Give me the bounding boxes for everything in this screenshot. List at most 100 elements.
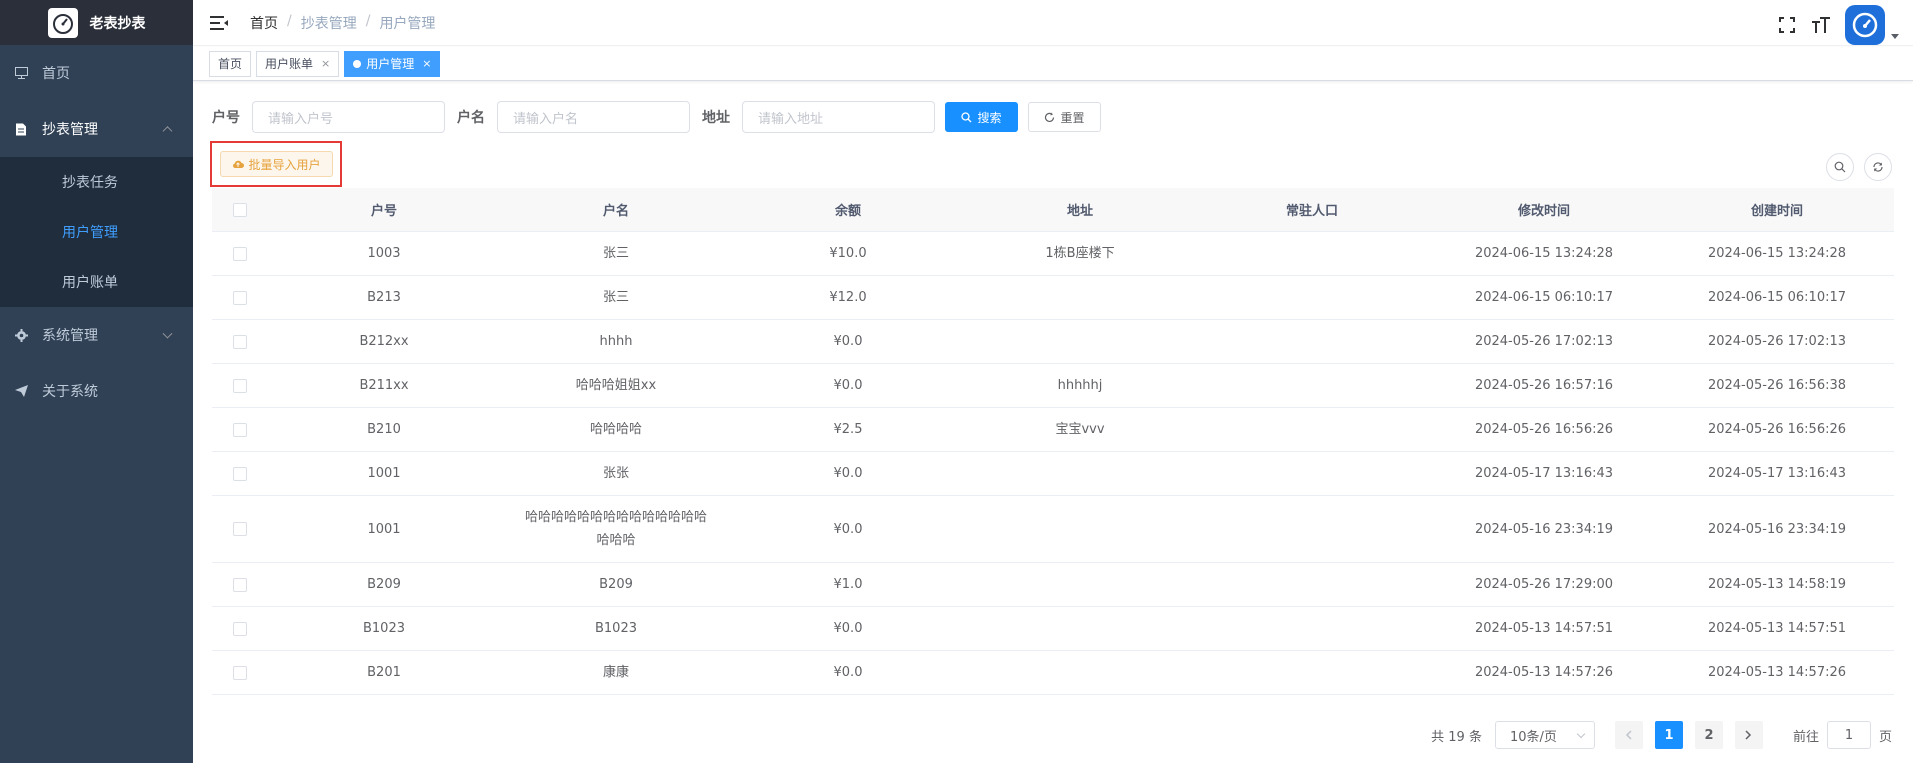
- chevron-left-icon: [1626, 730, 1632, 740]
- cell-created-time: 2024-05-26 16:56:26: [1707, 422, 1847, 437]
- cell-account-name: 哈哈哈姐姐xx: [575, 378, 657, 393]
- sidebar-item-user-bills[interactable]: 用户账单: [0, 257, 193, 307]
- jump-page-input[interactable]: 1: [1826, 721, 1871, 749]
- jump-label: 前往: [1792, 729, 1819, 745]
- row-checkbox[interactable]: [233, 246, 247, 261]
- account-name-label: 户名: [457, 110, 485, 126]
- cell-balance: ¥0.0: [833, 621, 863, 636]
- navbar-actions: [1777, 5, 1899, 45]
- fullscreen-icon[interactable]: [1777, 15, 1797, 35]
- row-checkbox[interactable]: [233, 621, 247, 636]
- row-select-cell: [212, 290, 268, 305]
- breadcrumb-separator: /: [287, 12, 292, 29]
- refresh-table-button[interactable]: [1864, 153, 1892, 181]
- row-checkbox[interactable]: [233, 334, 247, 349]
- cell-balance: ¥2.5: [833, 422, 863, 437]
- sidebar-item-system-management[interactable]: 系统管理: [0, 307, 193, 363]
- avatar[interactable]: [1845, 5, 1885, 45]
- cell-account-name: 张三: [602, 290, 629, 305]
- sidebar-item-meter-tasks[interactable]: 抄表任务: [0, 157, 193, 207]
- column-header-address: 地址: [1066, 204, 1093, 219]
- account-name-input[interactable]: 请输入户名: [497, 101, 690, 133]
- tag-home[interactable]: 首页: [209, 50, 252, 77]
- tag-user-management[interactable]: 用户管理 ×: [344, 50, 441, 77]
- page-size-value: 10条/页: [1509, 729, 1557, 745]
- row-checkbox[interactable]: [233, 522, 247, 536]
- page-size-select[interactable]: 10条/页: [1494, 721, 1595, 749]
- table-row: B210 哈哈哈哈 ¥2.5 宝宝vvv 2024-05-26 16:56:26 2024…: [212, 408, 1894, 452]
- row-checkbox[interactable]: [233, 422, 247, 437]
- import-users-label: 批量导入用户: [248, 157, 321, 172]
- cell-modified-time: 2024-05-26 16:56:26: [1474, 422, 1614, 437]
- row-checkbox[interactable]: [233, 378, 247, 393]
- sidebar-item-label: 首页: [42, 66, 70, 82]
- cell-account-name: 哈哈哈哈哈哈哈哈哈哈哈哈哈哈哈哈哈: [524, 510, 707, 548]
- font-size-icon[interactable]: [1811, 15, 1831, 35]
- cell-account-no: B213: [367, 290, 401, 305]
- caret-down-icon[interactable]: [1891, 33, 1899, 39]
- cell-balance: ¥0.0: [833, 665, 863, 680]
- toggle-search-button[interactable]: [1826, 153, 1854, 181]
- cell-account-name: B209: [599, 577, 633, 592]
- tags-view: 首页 用户账单 × 用户管理 ×: [193, 47, 1913, 81]
- cell-balance: ¥1.0: [833, 577, 863, 592]
- cell-account-no: B211xx: [359, 378, 409, 393]
- row-checkbox[interactable]: [233, 290, 247, 305]
- cell-created-time: 2024-05-26 17:02:13: [1707, 334, 1847, 349]
- cell-balance: ¥10.0: [829, 246, 867, 261]
- logo: 老表抄表: [0, 0, 193, 45]
- tag-user-bills[interactable]: 用户账单 ×: [256, 50, 340, 77]
- close-icon[interactable]: ×: [422, 57, 431, 70]
- prev-page-button[interactable]: [1614, 721, 1643, 749]
- account-no-input[interactable]: 请输入户号: [252, 101, 445, 133]
- cell-account-no: 1001: [367, 466, 401, 481]
- close-icon[interactable]: ×: [321, 57, 330, 70]
- cell-modified-time: 2024-06-15 06:10:17: [1474, 290, 1614, 305]
- cell-modified-time: 2024-05-26 17:29:00: [1474, 577, 1614, 592]
- cell-account-no: B1023: [362, 621, 405, 636]
- search-icon: [961, 111, 972, 122]
- sidebar-item-label: 抄表管理: [42, 122, 98, 138]
- page-button-1[interactable]: 1: [1654, 721, 1683, 749]
- search-button[interactable]: 搜索: [945, 102, 1018, 132]
- row-checkbox[interactable]: [233, 665, 247, 680]
- next-page-button[interactable]: [1734, 721, 1763, 749]
- sidebar-item-user-management[interactable]: 用户管理: [0, 207, 193, 257]
- pagination: 共 19 条 10条/页 1 2 前往 1 页: [1431, 721, 1892, 749]
- cell-account-name: B1023: [594, 621, 637, 636]
- cell-account-no: B201: [367, 665, 401, 680]
- breadcrumb-item-home[interactable]: 首页: [250, 13, 278, 33]
- column-header-account-no: 户号: [370, 204, 397, 219]
- select-all-cell: [212, 202, 268, 217]
- cell-account-name: 哈哈哈哈: [589, 422, 642, 437]
- page-button-2[interactable]: 2: [1694, 721, 1723, 749]
- select-all-checkbox[interactable]: [233, 202, 247, 217]
- sidebar-item-about[interactable]: 关于系统: [0, 363, 193, 419]
- page-jumper: 前往 1 页: [1793, 721, 1892, 749]
- cell-account-no: B212xx: [359, 334, 409, 349]
- cell-account-no: 1003: [367, 246, 401, 261]
- import-users-button[interactable]: 批量导入用户: [220, 151, 333, 177]
- cell-created-time: 2024-05-26 16:56:38: [1707, 378, 1847, 393]
- table-row: 1001 张张 ¥0.0 2024-05-17 13:16:43 2024-05-17 …: [212, 452, 1894, 496]
- sidebar-item-home[interactable]: 首页: [0, 45, 193, 101]
- chevron-right-icon: [1745, 730, 1752, 740]
- cell-modified-time: 2024-05-17 13:16:43: [1474, 466, 1614, 481]
- cell-balance: ¥0.0: [833, 378, 863, 393]
- row-checkbox[interactable]: [233, 577, 247, 592]
- table-body: 1003 张三 ¥10.0 1栋B座楼下 2024-06-15 13:24:28 2024…: [212, 232, 1894, 695]
- tag-label: 用户管理: [366, 57, 415, 71]
- row-checkbox[interactable]: [233, 466, 247, 481]
- pagination-total: 共 19 条: [1431, 729, 1482, 745]
- cell-account-name: 张张: [602, 466, 629, 481]
- reset-button[interactable]: 重置: [1028, 102, 1101, 132]
- column-header-account-name: 户名: [602, 204, 629, 219]
- sidebar-item-meter-management[interactable]: 抄表管理: [0, 101, 193, 157]
- hamburger-icon[interactable]: [210, 15, 228, 30]
- cell-account-no: B209: [367, 577, 401, 592]
- row-select-cell: [212, 621, 268, 636]
- row-select-cell: [212, 665, 268, 680]
- account-no-label: 户号: [212, 110, 240, 126]
- address-input[interactable]: 请输入地址: [742, 101, 935, 133]
- users-table: 户号 户名 余额 地址 常驻人口 修改时间 创建时间 1003 张三 ¥10.0 1栋…: [212, 188, 1894, 695]
